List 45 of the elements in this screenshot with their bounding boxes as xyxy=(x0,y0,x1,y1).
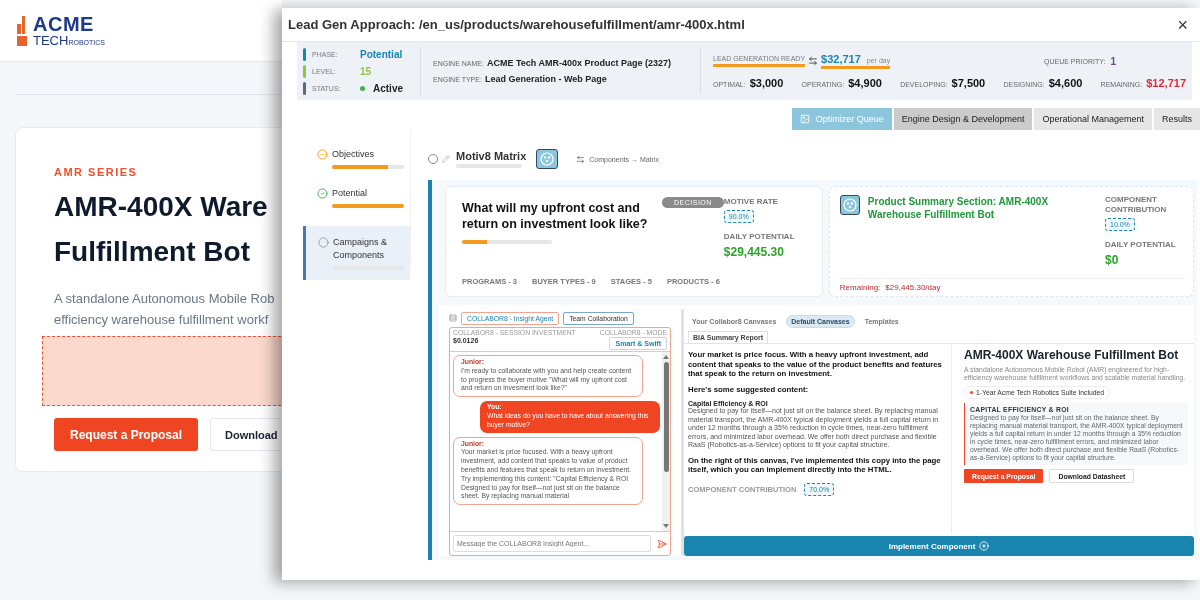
potential-label: DAILY POTENTIAL xyxy=(723,232,796,242)
preview-title: AMR-400X Warehouse Fulfillment Bot xyxy=(964,348,1180,362)
eyebrow-label: AMR SERIES xyxy=(54,166,139,178)
close-button[interactable]: × xyxy=(1175,15,1190,34)
metric-value: $7,500 xyxy=(951,77,986,89)
remaining-label: Remaining: xyxy=(839,283,881,292)
sidebar-label: Campaigns & Components xyxy=(333,236,389,262)
metric-value: $4,900 xyxy=(848,77,882,89)
matrix-title: Motiv8 Matrix xyxy=(456,150,527,162)
component-title: Product Summary Section: AMR-400X Warehouse Fulfillment Bot xyxy=(867,195,1050,222)
tab[interactable]: Operational Management xyxy=(1034,108,1152,130)
potential-label: DAILY POTENTIAL xyxy=(1105,240,1177,250)
priority-value: 1 xyxy=(1110,55,1116,67)
rate-label: MOTIVE RATE xyxy=(723,197,779,207)
sidebar-item[interactable]: Potential xyxy=(303,187,410,208)
sidebar-label: Objectives xyxy=(332,148,376,161)
remaining-value: $29,445.30/day xyxy=(885,283,941,292)
product-description: A standalone Autonomous Mobile Rob xyxy=(54,290,276,308)
engine-value: ACME Tech AMR-400x Product Page (2327) xyxy=(486,58,671,68)
product-title: AMR-400X Ware xyxy=(54,190,269,223)
contribution-label: COMPONENT CONTRIBUTION xyxy=(1105,195,1168,215)
product-description: efficiency warehouse fulfillment workf xyxy=(54,311,270,329)
proposal-button[interactable]: Request a Proposal xyxy=(54,418,198,451)
info-value: Active xyxy=(373,82,403,94)
sidebar-item[interactable]: Campaigns & Components xyxy=(303,226,410,280)
info-value: Potential xyxy=(360,48,403,60)
engine-value: Lead Generation - Web Page xyxy=(484,74,607,84)
dialog-title: Lead Gen Approach: /en_us/products/warehousefulfillment/amr-400x.html xyxy=(288,17,745,32)
tab[interactable]: Engine Design & Development xyxy=(893,108,1033,130)
implement-button[interactable]: Implement Component xyxy=(684,536,1194,556)
logo-name: ACME xyxy=(33,14,95,34)
tab[interactable]: Results xyxy=(1154,108,1200,130)
lead-value: $32,717 xyxy=(821,53,861,65)
sidebar-item[interactable]: Objectives xyxy=(303,148,410,169)
logo-subtitle: TECH xyxy=(33,34,69,47)
motive-question: What will my upfront cost and return on investment look like? xyxy=(462,200,649,232)
potential-value: $0 xyxy=(1105,253,1120,267)
info-value: 15 xyxy=(360,65,372,77)
download-button[interactable]: Download xyxy=(210,418,280,451)
sidebar-label: Potential xyxy=(332,187,369,200)
metric-value: $3,000 xyxy=(749,77,784,89)
product-title: Fulfillment Bot xyxy=(54,235,251,268)
metric-value: $4,600 xyxy=(1048,77,1083,89)
metric-value: $12,717 xyxy=(1146,77,1186,89)
potential-value: $29,445.30 xyxy=(723,245,785,259)
